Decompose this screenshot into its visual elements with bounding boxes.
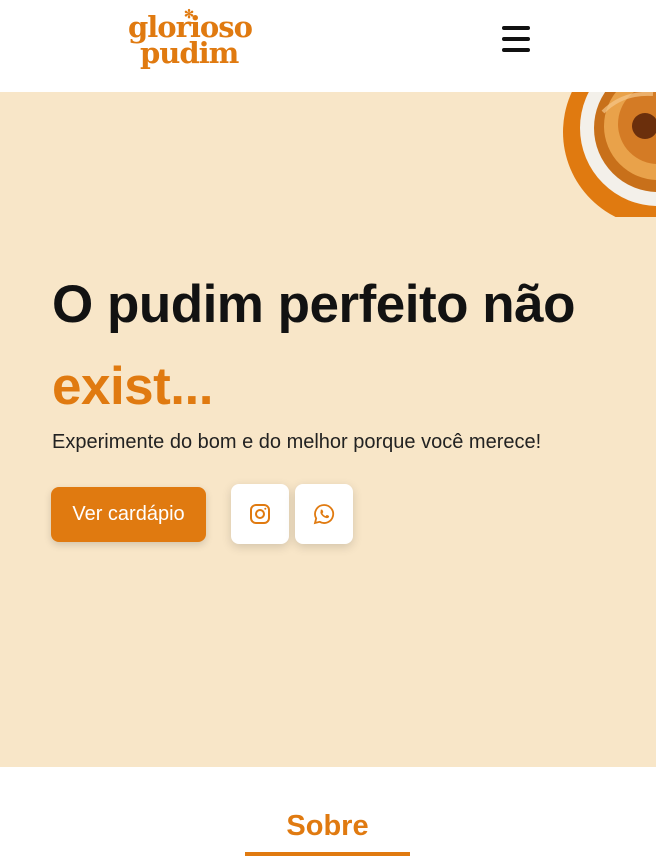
pudim-image: [563, 92, 656, 217]
about-section-title: Sobre: [286, 810, 369, 842]
hero-title-main: O pudim perfeito não: [52, 275, 575, 334]
whatsapp-icon: [313, 504, 335, 525]
logo[interactable]: glorioso ✻ pudim: [128, 7, 253, 74]
hero-title: O pudim perfeito não exist...: [52, 264, 652, 428]
flower-icon: ✻: [184, 7, 195, 21]
hamburger-menu-icon[interactable]: [502, 26, 530, 52]
instagram-icon: [250, 504, 270, 524]
whatsapp-button[interactable]: [295, 484, 353, 544]
instagram-button[interactable]: [231, 484, 289, 544]
view-menu-button[interactable]: Ver cardápio: [51, 487, 206, 542]
hero-title-accent: exist...: [52, 357, 213, 416]
hero-subtitle: Experimente do bom e do melhor porque vo…: [52, 431, 542, 453]
section-title-underline: [245, 852, 410, 856]
hero-section: O pudim perfeito não exist... Experiment…: [0, 92, 656, 767]
logo-line-2: pudim: [140, 36, 239, 70]
site-header: glorioso ✻ pudim: [0, 0, 656, 92]
